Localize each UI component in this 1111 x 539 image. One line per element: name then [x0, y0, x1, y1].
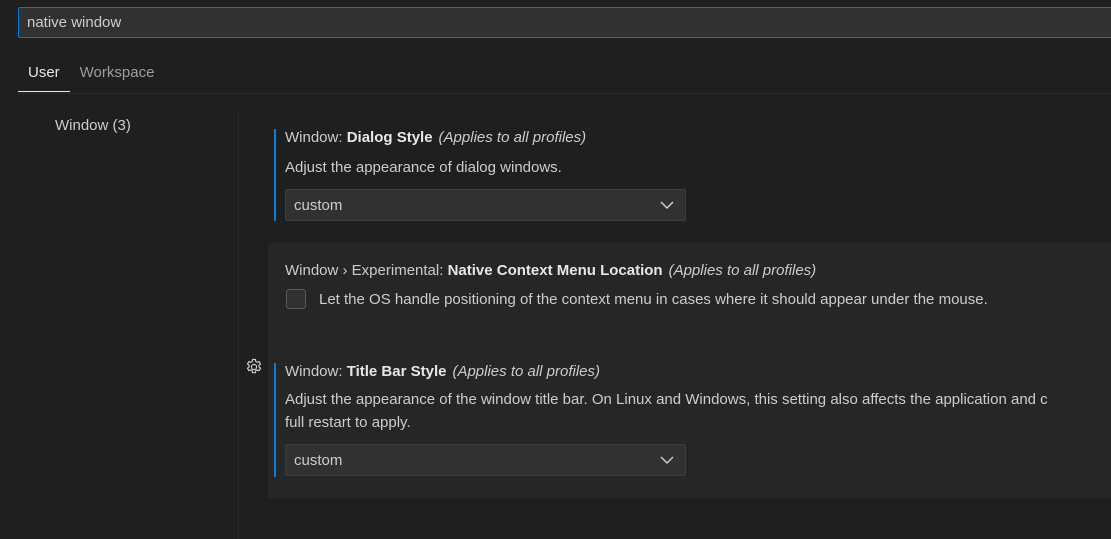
dialog-style-select[interactable]: custom: [285, 189, 686, 221]
setting-description-line-2: full restart to apply.: [285, 414, 411, 431]
setting-title: Window: Dialog Style (Applies to all prof…: [285, 129, 586, 146]
setting-scope: (Applies to all profiles): [668, 262, 817, 279]
settings-editor: User Workspace Window (3) Window: Dialog…: [0, 0, 1111, 539]
setting-scope: (Applies to all profiles): [438, 129, 587, 146]
setting-description-line-1: Adjust the appearance of the window titl…: [285, 391, 1048, 408]
select-value: custom: [294, 196, 343, 214]
gear-icon[interactable]: [245, 358, 263, 376]
setting-scope: (Applies to all profiles): [452, 363, 601, 380]
tab-workspace[interactable]: Workspace: [70, 56, 165, 92]
native-context-menu-checkbox[interactable]: [286, 289, 306, 309]
setting-native-context-menu-location: Window › Experimental: Native Context Me…: [268, 243, 1111, 343]
toc-item-window[interactable]: Window (3): [55, 117, 131, 134]
setting-dialog-style: Window: Dialog Style (Applies to all prof…: [268, 119, 1111, 229]
setting-name: Native Context Menu Location: [447, 262, 663, 279]
setting-title: Window: Title Bar Style (Applies to all p…: [285, 363, 600, 380]
title-bar-style-select[interactable]: custom: [285, 444, 686, 476]
settings-scope-tabs: User Workspace: [18, 56, 1111, 94]
select-value: custom: [294, 451, 343, 469]
chevron-down-icon: [657, 450, 677, 470]
setting-category: Window › Experimental:: [285, 262, 448, 279]
setting-name: Dialog Style: [346, 129, 433, 146]
modified-indicator: [274, 363, 276, 477]
modified-indicator: [274, 129, 276, 221]
setting-category: Window:: [285, 363, 347, 380]
setting-description: Let the OS handle positioning of the con…: [319, 291, 988, 308]
setting-name: Title Bar Style: [346, 363, 447, 380]
setting-title: Window › Experimental: Native Context Me…: [285, 262, 816, 279]
settings-search-box[interactable]: [18, 7, 1111, 38]
tab-user[interactable]: User: [18, 56, 70, 92]
chevron-down-icon: [657, 195, 677, 215]
setting-title-bar-style: Window: Title Bar Style (Applies to all p…: [268, 343, 1111, 498]
setting-category: Window:: [285, 129, 347, 146]
settings-search-input[interactable]: [19, 8, 1111, 37]
setting-description: Adjust the appearance of dialog windows.: [285, 159, 562, 176]
settings-toc: Window (3): [0, 93, 238, 539]
toc-divider: [238, 111, 239, 539]
